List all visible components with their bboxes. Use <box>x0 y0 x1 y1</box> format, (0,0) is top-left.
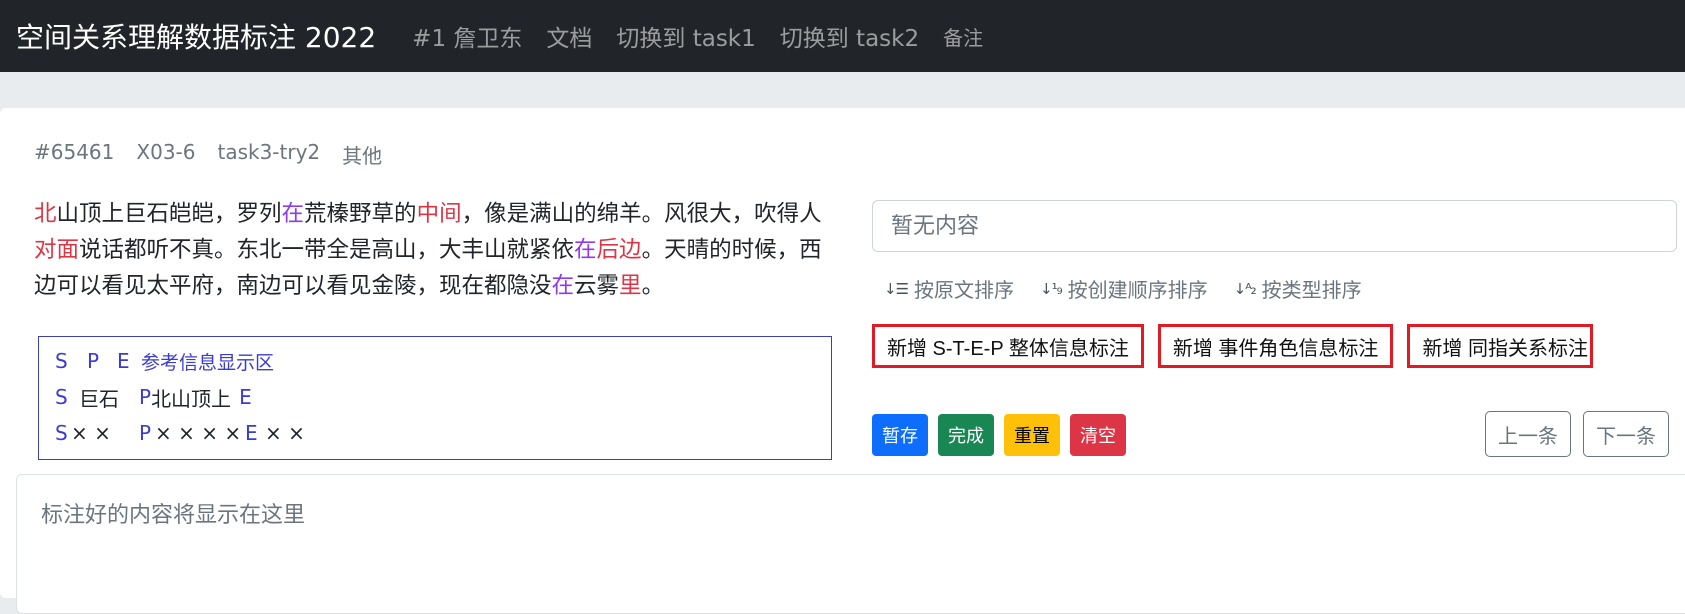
passage-text[interactable]: 山顶上巨石皑皑，罗列 <box>57 201 282 227</box>
passage-text[interactable]: 。 <box>642 273 665 299</box>
ref-e-label: E <box>239 385 252 409</box>
highlighted-token[interactable]: 里 <box>619 273 642 299</box>
highlighted-token[interactable]: 在 <box>552 273 575 299</box>
save-draft-button[interactable]: 暂存 <box>872 414 928 456</box>
highlighted-token[interactable]: 在 <box>574 237 597 263</box>
annotation-results-area: 标注好的内容将显示在这里 <box>16 474 1685 614</box>
nav-switch-task2[interactable]: 切换到 task2 <box>780 19 919 53</box>
source-passage[interactable]: 北山顶上巨石皑皑，罗列在荒榛野草的中间，像是满山的绵羊。风很大，吹得人对面说话都… <box>34 196 834 304</box>
next-item-button[interactable]: 下一条 <box>1583 411 1669 457</box>
clear-button[interactable]: 清空 <box>1070 414 1126 456</box>
reference-info-panel: S P E 参考信息显示区 S 巨石 P 北山顶上 E S × × P × × … <box>38 336 832 460</box>
complete-button[interactable]: 完成 <box>938 414 994 456</box>
sort-by-text-button[interactable]: ↓☰ 按原文排序 <box>884 274 1014 303</box>
item-task: task3-try2 <box>217 140 321 164</box>
highlighted-token[interactable]: 对面 <box>34 237 79 263</box>
nav-user[interactable]: #1 詹卫东 <box>412 19 522 53</box>
sort-numeric-icon: ↓¹₉ <box>1040 279 1063 298</box>
ref-s-value: 巨石 <box>79 386 119 411</box>
passage-text[interactable]: ，像是满山的绵羊。风很大，吹得人 <box>462 201 822 227</box>
nav-docs[interactable]: 文档 <box>546 19 592 53</box>
action-buttons: 暂存 完成 重置 清空 <box>872 414 1126 456</box>
add-step-annotation-button[interactable]: 新增 S-T-E-P 整体信息标注 <box>872 324 1144 368</box>
ref-e-label: E <box>117 349 130 373</box>
app-brand[interactable]: 空间关系理解数据标注 2022 <box>16 16 376 56</box>
passage-text[interactable]: 说话都听不真。东北一带全是高山，大丰山就紧依 <box>79 237 574 263</box>
passage-text[interactable]: 荒榛野草的 <box>304 201 417 227</box>
highlighted-token[interactable]: 后边 <box>597 237 642 263</box>
pager: 上一条 下一条 <box>1485 411 1669 457</box>
reference-row: S × × P × × × × E × × <box>55 415 815 451</box>
passage-text[interactable]: 云雾 <box>574 273 619 299</box>
highlighted-token[interactable]: 北 <box>34 201 57 227</box>
ref-s-label: S <box>55 385 68 409</box>
sort-by-created-label: 按创建顺序排序 <box>1067 278 1208 302</box>
ref-p-label: P <box>139 385 152 409</box>
nav-switch-task1[interactable]: 切换到 task1 <box>616 19 755 53</box>
results-placeholder: 标注好的内容将显示在这里 <box>41 503 306 528</box>
prev-item-button[interactable]: 上一条 <box>1485 411 1571 457</box>
reference-row: S 巨石 P 北山顶上 E <box>55 379 815 415</box>
add-annotation-bar: 新增 S-T-E-P 整体信息标注 新增 事件角色信息标注 新增 同指关系标注 <box>872 324 1607 368</box>
item-id: #65461 <box>34 140 115 164</box>
item-meta: #65461 X03-6 task3-try2 其他 <box>34 140 382 169</box>
reference-title: 参考信息显示区 <box>141 351 275 374</box>
annotation-search-input[interactable] <box>872 200 1677 252</box>
sort-by-type-button[interactable]: ↓ᴬ₂ 按类型排序 <box>1234 274 1362 303</box>
reset-button[interactable]: 重置 <box>1004 414 1060 456</box>
reference-header: S P E 参考信息显示区 <box>55 343 815 379</box>
add-coref-annotation-button[interactable]: 新增 同指关系标注 <box>1407 324 1594 368</box>
sort-by-text-label: 按原文排序 <box>914 278 1015 302</box>
annotation-card: #65461 X03-6 task3-try2 其他 北山顶上巨石皑皑，罗列在荒… <box>0 108 1685 614</box>
ref-p-value: × × × × <box>155 421 242 445</box>
highlighted-token[interactable]: 在 <box>282 201 305 227</box>
ref-s-label: S <box>55 421 68 445</box>
sort-toolbar: ↓☰ 按原文排序 ↓¹₉ 按创建顺序排序 ↓ᴬ₂ 按类型排序 <box>884 274 1362 303</box>
item-category: 其他 <box>342 144 383 168</box>
nav-notes[interactable]: 备注 <box>943 22 983 51</box>
sort-lines-icon: ↓☰ <box>884 279 909 298</box>
sort-by-type-label: 按类型排序 <box>1261 278 1362 302</box>
highlighted-token[interactable]: 中间 <box>417 201 462 227</box>
add-event-role-annotation-button[interactable]: 新增 事件角色信息标注 <box>1157 324 1394 368</box>
ref-e-value: × × <box>265 421 305 445</box>
ref-p-label: P <box>87 349 100 373</box>
ref-p-value: 北山顶上 <box>151 386 232 411</box>
ref-p-label: P <box>139 421 152 445</box>
ref-s-label: S <box>55 349 68 373</box>
sort-by-created-button[interactable]: ↓¹₉ 按创建顺序排序 <box>1040 274 1208 303</box>
ref-s-value: × × <box>71 421 111 445</box>
item-code: X03-6 <box>136 140 196 164</box>
sort-alpha-icon: ↓ᴬ₂ <box>1233 279 1257 298</box>
top-navbar: 空间关系理解数据标注 2022 #1 詹卫东 文档 切换到 task1 切换到 … <box>0 0 1685 72</box>
ref-e-label: E <box>245 421 258 445</box>
